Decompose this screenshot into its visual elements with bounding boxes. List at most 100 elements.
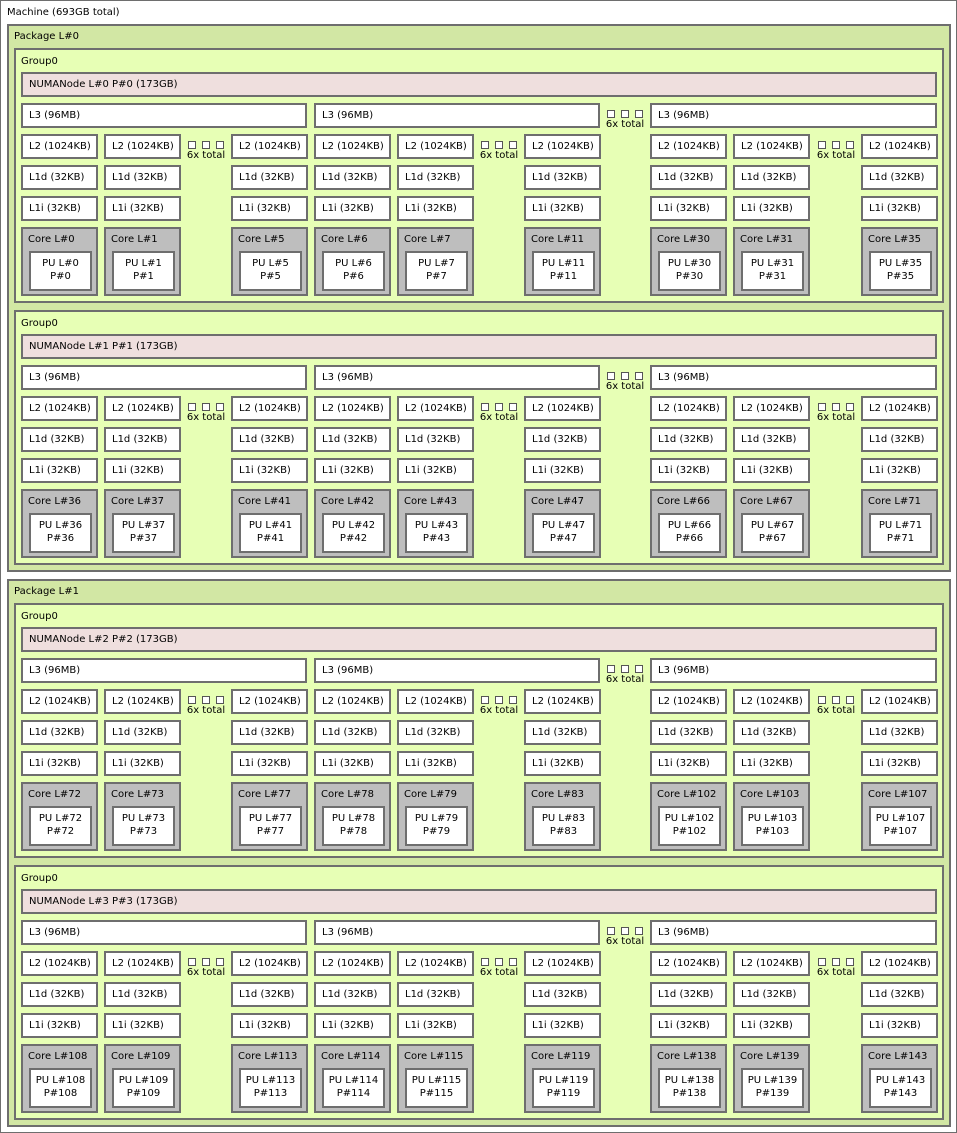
l2-cache-box[interactable]: L2 (1024KB) [104,951,181,976]
l1d-cache-box[interactable]: L1d (32KB) [524,982,601,1007]
core-box[interactable]: Core L#41 PU L#41 P#41 [231,489,308,558]
l2-cache-box[interactable]: L2 (1024KB) [861,951,938,976]
l3-cache-box[interactable]: L3 (96MB) [21,103,307,128]
l2-cache-box[interactable]: L2 (1024KB) [524,951,601,976]
l2-cache-box[interactable]: L2 (1024KB) [21,951,98,976]
core-box[interactable]: Core L#36 PU L#36 P#36 [21,489,98,558]
l2-cache-box[interactable]: L2 (1024KB) [314,396,391,421]
collapsed-objects-indicator[interactable]: 6x total [186,136,226,162]
pu-box[interactable]: PU L#66 P#66 [658,513,721,553]
pu-box[interactable]: PU L#36 P#36 [29,513,92,553]
l1d-cache-box[interactable]: L1d (32KB) [397,427,474,452]
l2-cache-box[interactable]: L2 (1024KB) [21,134,98,159]
l2-cache-box[interactable]: L2 (1024KB) [650,689,727,714]
l3-cache-box[interactable]: L3 (96MB) [650,103,937,128]
l1i-cache-box[interactable]: L1i (32KB) [524,458,601,483]
core-box[interactable]: Core L#5 PU L#5 P#5 [231,227,308,296]
core-box[interactable]: Core L#30 PU L#30 P#30 [650,227,727,296]
l1i-cache-box[interactable]: L1i (32KB) [650,458,727,483]
core-box[interactable]: Core L#47 PU L#47 P#47 [524,489,601,558]
l3-cache-box[interactable]: L3 (96MB) [21,365,307,390]
l1d-cache-box[interactable]: L1d (32KB) [733,982,810,1007]
core-box[interactable]: Core L#1 PU L#1 P#1 [104,227,181,296]
pu-box[interactable]: PU L#143 P#143 [869,1068,932,1108]
l3-cache-box[interactable]: L3 (96MB) [314,365,600,390]
l2-cache-box[interactable]: L2 (1024KB) [231,689,308,714]
l2-cache-box[interactable]: L2 (1024KB) [733,396,810,421]
pu-box[interactable]: PU L#31 P#31 [741,251,804,291]
l1i-cache-box[interactable]: L1i (32KB) [104,196,181,221]
core-box[interactable]: Core L#79 PU L#79 P#79 [397,782,474,851]
collapsed-objects-indicator[interactable]: 6x total [816,398,856,424]
core-box[interactable]: Core L#67 PU L#67 P#67 [733,489,810,558]
pu-box[interactable]: PU L#108 P#108 [29,1068,92,1108]
l1d-cache-box[interactable]: L1d (32KB) [314,165,391,190]
l1i-cache-box[interactable]: L1i (32KB) [861,458,938,483]
pu-box[interactable]: PU L#114 P#114 [322,1068,385,1108]
l2-cache-box[interactable]: L2 (1024KB) [524,396,601,421]
l1i-cache-box[interactable]: L1i (32KB) [231,458,308,483]
l1d-cache-box[interactable]: L1d (32KB) [104,427,181,452]
l2-cache-box[interactable]: L2 (1024KB) [861,134,938,159]
collapsed-objects-indicator[interactable]: 6x total [605,105,645,131]
l3-cache-box[interactable]: L3 (96MB) [314,103,600,128]
l1d-cache-box[interactable]: L1d (32KB) [861,720,938,745]
core-box[interactable]: Core L#113 PU L#113 P#113 [231,1044,308,1113]
l1d-cache-box[interactable]: L1d (32KB) [231,720,308,745]
collapsed-objects-indicator[interactable]: 6x total [479,136,519,162]
pu-box[interactable]: PU L#103 P#103 [741,806,804,846]
pu-box[interactable]: PU L#138 P#138 [658,1068,721,1108]
l3-cache-box[interactable]: L3 (96MB) [314,920,600,945]
l1i-cache-box[interactable]: L1i (32KB) [861,1013,938,1038]
pu-box[interactable]: PU L#11 P#11 [532,251,595,291]
l3-cache-box[interactable]: L3 (96MB) [650,920,937,945]
l1i-cache-box[interactable]: L1i (32KB) [733,196,810,221]
l1d-cache-box[interactable]: L1d (32KB) [104,982,181,1007]
pu-box[interactable]: PU L#113 P#113 [239,1068,302,1108]
core-box[interactable]: Core L#71 PU L#71 P#71 [861,489,938,558]
collapsed-objects-indicator[interactable]: 6x total [816,953,856,979]
l1i-cache-box[interactable]: L1i (32KB) [733,458,810,483]
core-box[interactable]: Core L#139 PU L#139 P#139 [733,1044,810,1113]
l2-cache-box[interactable]: L2 (1024KB) [21,689,98,714]
core-box[interactable]: Core L#83 PU L#83 P#83 [524,782,601,851]
core-box[interactable]: Core L#6 PU L#6 P#6 [314,227,391,296]
core-box[interactable]: Core L#108 PU L#108 P#108 [21,1044,98,1113]
collapsed-objects-indicator[interactable]: 6x total [816,691,856,717]
l2-cache-box[interactable]: L2 (1024KB) [231,951,308,976]
core-box[interactable]: Core L#66 PU L#66 P#66 [650,489,727,558]
core-box[interactable]: Core L#7 PU L#7 P#7 [397,227,474,296]
pu-box[interactable]: PU L#79 P#79 [405,806,468,846]
core-box[interactable]: Core L#0 PU L#0 P#0 [21,227,98,296]
l1i-cache-box[interactable]: L1i (32KB) [21,751,98,776]
l1d-cache-box[interactable]: L1d (32KB) [104,720,181,745]
pu-box[interactable]: PU L#7 P#7 [405,251,468,291]
l1i-cache-box[interactable]: L1i (32KB) [314,1013,391,1038]
core-box[interactable]: Core L#37 PU L#37 P#37 [104,489,181,558]
l2-cache-box[interactable]: L2 (1024KB) [524,689,601,714]
l1i-cache-box[interactable]: L1i (32KB) [21,1013,98,1038]
pu-box[interactable]: PU L#107 P#107 [869,806,932,846]
l1d-cache-box[interactable]: L1d (32KB) [650,165,727,190]
l2-cache-box[interactable]: L2 (1024KB) [733,689,810,714]
l1d-cache-box[interactable]: L1d (32KB) [21,720,98,745]
l2-cache-box[interactable]: L2 (1024KB) [650,396,727,421]
pu-box[interactable]: PU L#71 P#71 [869,513,932,553]
core-box[interactable]: Core L#119 PU L#119 P#119 [524,1044,601,1113]
l2-cache-box[interactable]: L2 (1024KB) [397,689,474,714]
l2-cache-box[interactable]: L2 (1024KB) [861,396,938,421]
l1i-cache-box[interactable]: L1i (32KB) [733,751,810,776]
numa-node-box[interactable]: NUMANode L#2 P#2 (173GB) [21,627,937,652]
pu-box[interactable]: PU L#67 P#67 [741,513,804,553]
l2-cache-box[interactable]: L2 (1024KB) [231,134,308,159]
l1d-cache-box[interactable]: L1d (32KB) [861,982,938,1007]
l1d-cache-box[interactable]: L1d (32KB) [524,165,601,190]
l2-cache-box[interactable]: L2 (1024KB) [104,396,181,421]
l1i-cache-box[interactable]: L1i (32KB) [397,1013,474,1038]
pu-box[interactable]: PU L#109 P#109 [112,1068,175,1108]
core-box[interactable]: Core L#77 PU L#77 P#77 [231,782,308,851]
collapsed-objects-indicator[interactable]: 6x total [605,367,645,393]
l1i-cache-box[interactable]: L1i (32KB) [397,458,474,483]
core-box[interactable]: Core L#35 PU L#35 P#35 [861,227,938,296]
l1i-cache-box[interactable]: L1i (32KB) [397,196,474,221]
